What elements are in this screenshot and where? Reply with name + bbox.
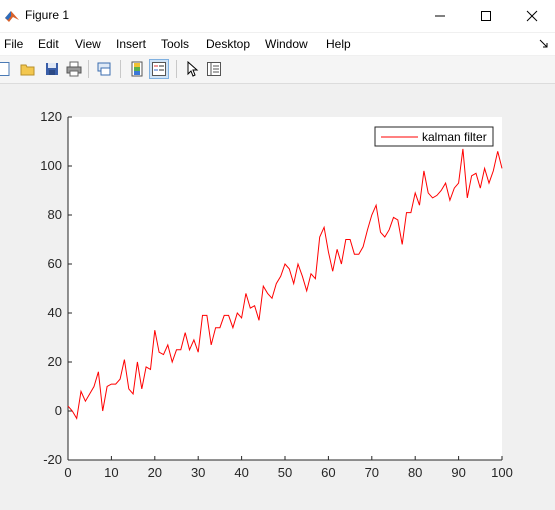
x-tick-label: 30: [191, 465, 205, 480]
x-tick-label: 50: [278, 465, 292, 480]
x-tick-label: 0: [64, 465, 71, 480]
menu-tools[interactable]: Tools: [161, 37, 189, 51]
menu-view[interactable]: View: [75, 37, 101, 51]
property-inspector-icon[interactable]: [204, 59, 224, 79]
y-tick-label: 60: [48, 256, 62, 271]
x-tick-label: 20: [148, 465, 162, 480]
y-tick-label: 40: [48, 305, 62, 320]
close-button[interactable]: [509, 0, 555, 32]
menu-bar: File Edit View Insert Tools Desktop Wind…: [0, 33, 555, 55]
close-icon: [526, 10, 538, 22]
x-tick-label: 70: [365, 465, 379, 480]
toolbar-separator: [120, 60, 121, 78]
menu-window[interactable]: Window: [265, 37, 308, 51]
x-tick-label: 10: [104, 465, 118, 480]
menu-help[interactable]: Help: [326, 37, 351, 51]
x-tick-label: 40: [234, 465, 248, 480]
maximize-icon: [481, 11, 491, 21]
open-file-icon[interactable]: [18, 59, 38, 79]
toolbar-separator: [88, 60, 89, 78]
legend-label: kalman filter: [422, 130, 487, 144]
menu-file[interactable]: File: [4, 37, 23, 51]
colorbar-icon[interactable]: [127, 59, 147, 79]
menu-insert[interactable]: Insert: [116, 37, 146, 51]
figure-canvas: 0 10 20 30 40 50 60 70 80 90 100 -20 0 20 40 60 80 100 12…: [0, 84, 555, 505]
minimize-button[interactable]: [417, 0, 463, 32]
menu-desktop[interactable]: Desktop: [206, 37, 250, 51]
y-axis: -20 0 20 40 60 80 100 120: [40, 109, 72, 467]
legend-icon[interactable]: [149, 59, 169, 79]
y-tick-label: 120: [40, 109, 62, 124]
maximize-button[interactable]: [463, 0, 509, 32]
toolbar-separator: [176, 60, 177, 78]
x-tick-label: 100: [491, 465, 513, 480]
pointer-icon[interactable]: [182, 59, 202, 79]
new-figure-icon[interactable]: [0, 59, 14, 79]
x-tick-label: 80: [408, 465, 422, 480]
axes-background: [68, 117, 502, 460]
save-icon[interactable]: [42, 59, 62, 79]
x-tick-label: 60: [321, 465, 335, 480]
window-title: Figure 1: [25, 8, 70, 22]
legend[interactable]: kalman filter: [374, 126, 494, 147]
dock-figure-icon[interactable]: [539, 39, 549, 49]
y-tick-label: -20: [43, 452, 62, 467]
minimize-icon: [435, 15, 445, 17]
y-tick-label: 0: [55, 403, 62, 418]
y-tick-label: 80: [48, 207, 62, 222]
menu-edit[interactable]: Edit: [38, 37, 59, 51]
link-plot-icon[interactable]: [94, 59, 114, 79]
matlab-logo-icon: [5, 11, 19, 22]
y-tick-label: 100: [40, 158, 62, 173]
line-chart[interactable]: 0 10 20 30 40 50 60 70 80 90 100 -2002040608010012…: [0, 84, 555, 505]
x-tick-label: 90: [451, 465, 465, 480]
y-tick-label: 20: [48, 354, 62, 369]
figure-toolbar: [0, 56, 555, 84]
print-icon[interactable]: [64, 59, 84, 79]
title-bar: Figure 1: [0, 0, 555, 32]
